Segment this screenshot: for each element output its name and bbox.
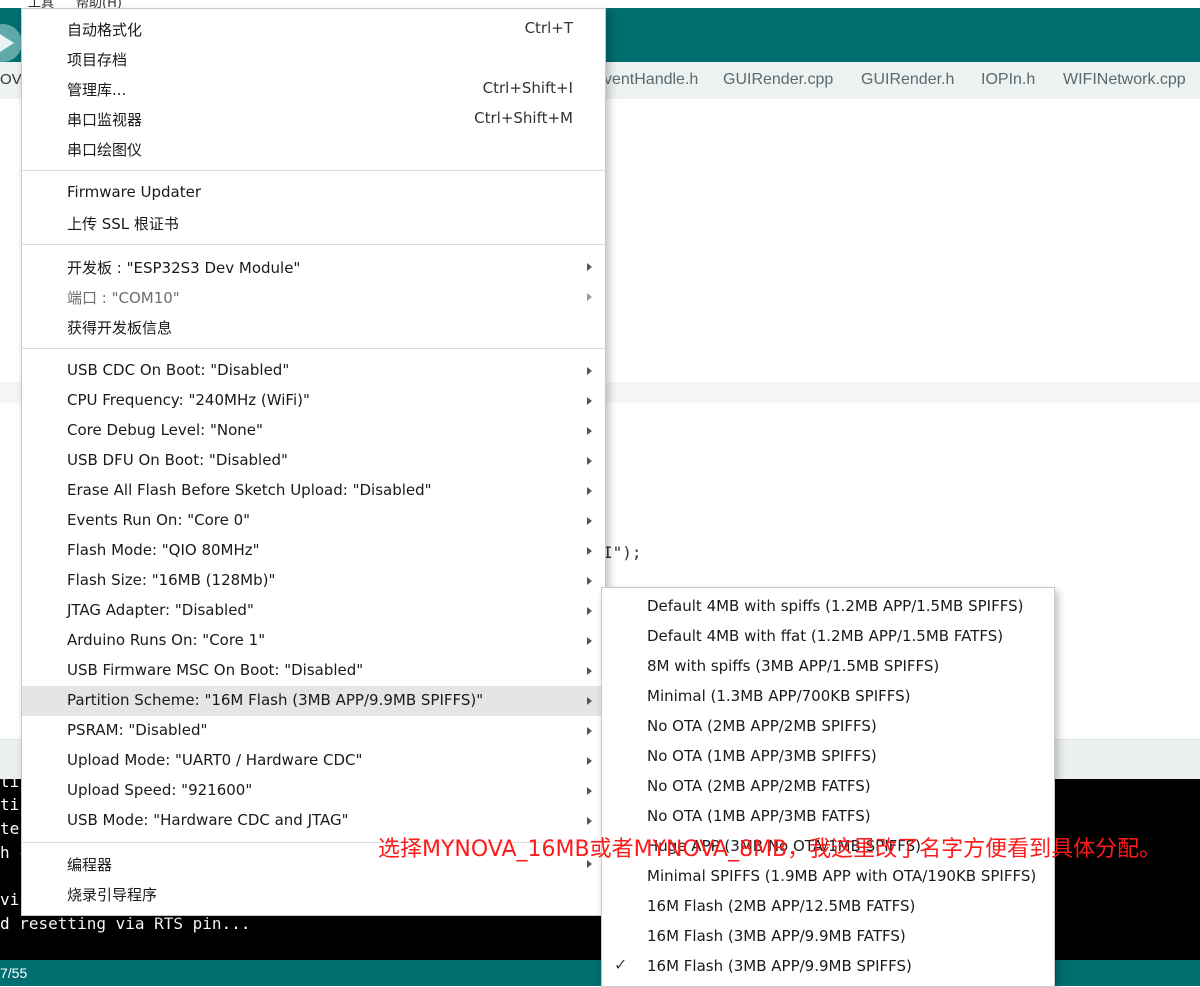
submenu-arrow-icon <box>587 263 592 271</box>
menu-separator <box>22 170 605 171</box>
tab-eventhandle-h[interactable]: ventHandle.h <box>604 71 698 89</box>
menu-tools[interactable]: 工具 <box>28 0 54 8</box>
menu-bar: 工具 帮助(H) <box>0 0 1200 8</box>
partition-option[interactable]: 8M with spiffs (3MB APP/1.5MB SPIFFS) <box>602 652 1054 682</box>
submenu-arrow-icon <box>587 427 592 435</box>
partition-scheme-submenu: Default 4MB with spiffs (1.2MB APP/1.5MB… <box>601 587 1055 987</box>
menu-item-board-info[interactable]: 获得开发板信息 <box>22 312 605 342</box>
menu-item-upload-ssl[interactable]: 上传 SSL 根证书 <box>22 208 605 238</box>
code-fragment: I"); <box>603 543 642 562</box>
menu-item-cpu-frequency[interactable]: CPU Frequency: "240MHz (WiFi)" <box>22 386 605 416</box>
partition-option[interactable]: No OTA (1MB APP/3MB FATFS) <box>602 802 1054 832</box>
menu-item-serial-plotter[interactable]: 串口绘图仪 <box>22 134 605 164</box>
submenu-arrow-icon <box>587 457 592 465</box>
menu-item-psram[interactable]: PSRAM: "Disabled" <box>22 716 605 746</box>
tab-guirender-h[interactable]: GUIRender.h <box>861 71 954 89</box>
annotation-text: 选择MYNOVA_16MB或者MYNOVA_8MB，我这里改了名字方便看到具体分… <box>378 837 1162 862</box>
verify-icon[interactable] <box>0 24 22 62</box>
tab-iopin-h[interactable]: IOPIn.h <box>981 71 1035 89</box>
menu-item-flash-mode[interactable]: Flash Mode: "QIO 80MHz" <box>22 536 605 566</box>
submenu-arrow-icon <box>587 293 592 301</box>
console-line: ti <box>0 779 20 791</box>
menu-item-port[interactable]: 端口 : "COM10" <box>22 282 605 312</box>
menu-item-erase-flash[interactable]: Erase All Flash Before Sketch Upload: "D… <box>22 476 605 506</box>
partition-option[interactable]: 16M Flash (3MB APP/9.9MB FATFS) <box>602 922 1054 952</box>
partition-option[interactable]: Default 4MB with spiffs (1.2MB APP/1.5MB… <box>602 592 1054 622</box>
console-line: vi <box>0 890 20 909</box>
menu-item-usb-dfu-on-boot[interactable]: USB DFU On Boot: "Disabled" <box>22 446 605 476</box>
partition-option[interactable]: No OTA (2MB APP/2MB FATFS) <box>602 772 1054 802</box>
submenu-arrow-icon <box>587 607 592 615</box>
menu-item-burn-bootloader[interactable]: 烧录引导程序 <box>22 879 605 909</box>
menu-item-board[interactable]: 开发板 : "ESP32S3 Dev Module" <box>22 252 605 282</box>
menu-item-arduino-runs-on[interactable]: Arduino Runs On: "Core 1" <box>22 626 605 656</box>
menu-item-usb-mode[interactable]: USB Mode: "Hardware CDC and JTAG" <box>22 806 605 836</box>
submenu-arrow-icon <box>587 727 592 735</box>
partition-option[interactable]: Minimal SPIFFS (1.9MB APP with OTA/190KB… <box>602 862 1054 892</box>
submenu-arrow-icon <box>587 817 592 825</box>
tab-wifinetwork-cpp[interactable]: WIFINetwork.cpp <box>1063 71 1186 89</box>
console-line: te <box>0 819 20 838</box>
menu-item-usb-firmware-msc[interactable]: USB Firmware MSC On Boot: "Disabled" <box>22 656 605 686</box>
menu-item-core-debug-level[interactable]: Core Debug Level: "None" <box>22 416 605 446</box>
menu-item-flash-size[interactable]: Flash Size: "16MB (128Mb)" <box>22 566 605 596</box>
menu-item-usb-cdc-on-boot[interactable]: USB CDC On Boot: "Disabled" <box>22 356 605 386</box>
menu-help[interactable]: 帮助(H) <box>76 0 122 8</box>
menu-item-jtag-adapter[interactable]: JTAG Adapter: "Disabled" <box>22 596 605 626</box>
submenu-arrow-icon <box>587 637 592 645</box>
menu-item-upload-speed[interactable]: Upload Speed: "921600" <box>22 776 605 806</box>
menu-item-archive-sketch[interactable]: 项目存档 <box>22 44 605 74</box>
menu-item-partition-scheme[interactable]: Partition Scheme: "16M Flash (3MB APP/9.… <box>22 686 605 716</box>
partition-option[interactable]: No OTA (1MB APP/3MB SPIFFS) <box>602 742 1054 772</box>
submenu-arrow-icon <box>587 547 592 555</box>
menu-item-upload-mode[interactable]: Upload Mode: "UART0 / Hardware CDC" <box>22 746 605 776</box>
partition-option[interactable]: Default 4MB with ffat (1.2MB APP/1.5MB F… <box>602 622 1054 652</box>
status-text: 7/55 <box>0 965 28 981</box>
menu-item-firmware-updater[interactable]: Firmware Updater <box>22 178 605 208</box>
partition-option[interactable]: No OTA (2MB APP/2MB SPIFFS) <box>602 712 1054 742</box>
menu-item-manage-libraries[interactable]: 管理库... Ctrl+Shift+I <box>22 74 605 104</box>
menu-separator <box>22 244 605 245</box>
submenu-arrow-icon <box>587 667 592 675</box>
partition-option[interactable]: Minimal (1.3MB APP/700KB SPIFFS) <box>602 682 1054 712</box>
console-line: ti <box>0 795 20 814</box>
submenu-arrow-icon <box>587 697 592 705</box>
submenu-arrow-icon <box>587 577 592 585</box>
submenu-arrow-icon <box>587 517 592 525</box>
tools-menu: 自动格式化 Ctrl+T 项目存档 管理库... Ctrl+Shift+I 串口监视… <box>21 8 606 916</box>
partition-option[interactable]: 16M Flash (2MB APP/12.5MB FATFS) <box>602 892 1054 922</box>
console-line: d resetting via RTS pin... <box>0 914 251 933</box>
menu-item-auto-format[interactable]: 自动格式化 Ctrl+T <box>22 14 605 44</box>
submenu-arrow-icon <box>587 487 592 495</box>
submenu-arrow-icon <box>587 757 592 765</box>
tab-guirender-cpp[interactable]: GUIRender.cpp <box>723 71 833 89</box>
submenu-arrow-icon <box>587 367 592 375</box>
menu-separator <box>22 348 605 349</box>
menu-item-events-run-on[interactable]: Events Run On: "Core 0" <box>22 506 605 536</box>
menu-item-serial-monitor[interactable]: 串口监视器 Ctrl+Shift+M <box>22 104 605 134</box>
partition-option-selected[interactable]: ✓ 16M Flash (3MB APP/9.9MB SPIFFS) <box>602 952 1054 982</box>
submenu-arrow-icon <box>587 397 592 405</box>
checkmark-icon: ✓ <box>614 955 628 974</box>
submenu-arrow-icon <box>587 787 592 795</box>
